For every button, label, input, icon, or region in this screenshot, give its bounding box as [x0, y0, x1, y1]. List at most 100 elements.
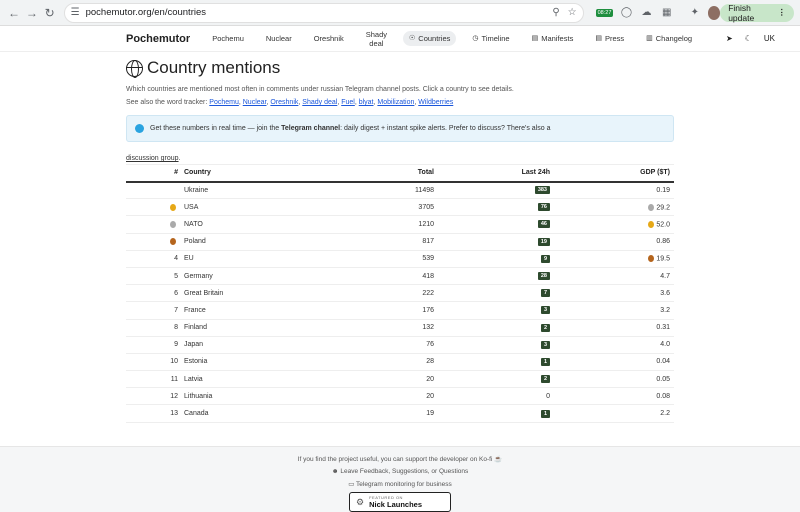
zoom-icon[interactable]: ⚲ — [552, 7, 559, 18]
reload-icon[interactable]: ↻ — [42, 4, 58, 22]
row-last24: 19 — [434, 233, 554, 251]
row-total: 1210 — [294, 215, 434, 234]
row-rank — [126, 198, 184, 217]
footer-feedback[interactable]: ☻ Leave Feedback, Suggestions, or Questi… — [0, 468, 800, 475]
row-country[interactable]: Japan — [184, 336, 294, 354]
nav-changelog[interactable]: ▥ Changelog — [646, 34, 692, 43]
row-country[interactable]: Canada — [184, 404, 294, 423]
row-total: 817 — [294, 233, 434, 251]
row-total: 222 — [294, 284, 434, 303]
see-link-pochemu[interactable]: Pochemu — [209, 99, 239, 106]
telegram-icon[interactable]: ➤ — [726, 34, 733, 43]
row-total: 539 — [294, 250, 434, 268]
table-row[interactable]: Ukraine 11498 383 0.19 — [126, 181, 674, 200]
timer-extension-icon[interactable]: ◯ — [619, 5, 633, 21]
row-country[interactable]: France — [184, 301, 294, 320]
row-rank: 4 — [126, 250, 184, 268]
globe-icon — [126, 59, 143, 78]
row-country[interactable]: Estonia — [184, 353, 294, 372]
row-country[interactable]: Great Britain — [184, 284, 294, 303]
row-country[interactable]: EU — [184, 250, 294, 268]
table-body: Ukraine 11498 383 0.19 USA 3705 76 29.2 NATO 1210… — [126, 181, 674, 423]
row-last24: 46 — [434, 215, 554, 234]
see-link-nuclear[interactable]: Nuclear — [243, 99, 267, 106]
table-row[interactable]: 6 Great Britain 222 7 3.6 — [126, 284, 674, 303]
nav-countries[interactable]: ☉ Countries — [403, 31, 457, 46]
header-last24[interactable]: Last 24h — [434, 164, 554, 183]
see-link-shady-deal[interactable]: Shady deal — [302, 99, 337, 106]
dark-mode-icon[interactable]: ☾ — [745, 34, 752, 43]
footer-business[interactable]: ▭ Telegram monitoring for business — [0, 480, 800, 488]
row-last24: 2 — [434, 319, 554, 337]
cloud-extension-icon[interactable]: ☁ — [640, 5, 654, 21]
table-row[interactable]: NATO 1210 46 52.0 — [126, 215, 674, 234]
row-gdp: 3.6 — [554, 284, 674, 303]
row-country[interactable]: NATO — [184, 215, 294, 234]
table-row[interactable]: 9 Japan 76 3 4.0 — [126, 336, 674, 354]
table-row[interactable]: USA 3705 76 29.2 — [126, 198, 674, 217]
gemini-icon[interactable]: ✦ — [688, 5, 702, 21]
table-row[interactable]: 11 Latvia 20 2 0.05 — [126, 370, 674, 389]
row-country[interactable]: Finland — [184, 319, 294, 337]
see-link-mobilization[interactable]: Mobilization — [377, 99, 414, 106]
gold-medal-icon — [170, 203, 176, 211]
table-row[interactable]: 13 Canada 19 1 2.2 — [126, 404, 674, 423]
nav-nuclear[interactable]: Nuclear — [266, 34, 292, 43]
row-country[interactable]: Latvia — [184, 370, 294, 389]
nav-press[interactable]: ▤ Press — [595, 34, 624, 43]
profile-avatar[interactable] — [707, 5, 721, 20]
nav-pochemu[interactable]: Pochemu — [212, 34, 244, 43]
telegram-notice: Get these numbers in real time — join th… — [126, 115, 674, 142]
header-total[interactable]: Total — [294, 164, 434, 183]
address-bar[interactable]: ☰ pochemutor.org/en/countries ⚲ ☆ — [63, 2, 584, 23]
puzzle-extensions-icon[interactable]: ▦ — [660, 5, 674, 21]
row-total: 76 — [294, 336, 434, 354]
see-link-fuel[interactable]: Fuel — [341, 99, 355, 106]
silver-medal-icon — [648, 203, 655, 211]
table-row[interactable]: Poland 817 19 0.86 — [126, 233, 674, 251]
table-row[interactable]: 8 Finland 132 2 0.31 — [126, 319, 674, 337]
site-info-icon[interactable]: ☰ — [71, 7, 80, 18]
header-gdp[interactable]: GDP ($T) — [554, 164, 674, 183]
row-gdp: 0.08 — [554, 387, 674, 406]
row-country[interactable]: Poland — [184, 233, 294, 251]
header-num[interactable]: # — [126, 164, 184, 183]
nav-manifests[interactable]: ▤ Manifests — [532, 34, 574, 43]
see-link-wildberries[interactable]: Wildberries — [418, 99, 453, 106]
row-country[interactable]: Germany — [184, 267, 294, 286]
nav-timeline[interactable]: ◷ Timeline — [472, 34, 509, 43]
table-row[interactable]: 10 Estonia 28 1 0.04 — [126, 353, 674, 372]
forward-icon[interactable]: → — [24, 4, 40, 22]
header-country[interactable]: Country — [184, 164, 294, 183]
row-country[interactable]: Lithuania — [184, 387, 294, 406]
gdp-value: 4.0 — [660, 341, 670, 349]
site-navbar: Pochemutor Pochemu Nuclear Oreshnik Shad… — [0, 26, 800, 52]
clock-icon: ◷ — [472, 35, 479, 42]
telegram-channel-link[interactable]: Telegram channel — [281, 125, 340, 132]
table-row[interactable]: 4 EU 539 9 19.5 — [126, 250, 674, 268]
bookmark-star-icon[interactable]: ☆ — [568, 7, 577, 18]
back-icon[interactable]: ← — [6, 4, 22, 22]
row-last24: 383 — [434, 181, 554, 200]
nav-oreshnik[interactable]: Oreshnik — [314, 34, 344, 43]
table-row[interactable]: 12 Lithuania 20 0 0.08 — [126, 387, 674, 406]
row-country[interactable]: Ukraine — [184, 181, 294, 200]
nick-launches-badge[interactable]: ⚙ FEATURED ON Nick Launches — [349, 492, 451, 512]
gold-medal-icon — [648, 220, 655, 228]
extension-badge[interactable]: 08:27 — [595, 8, 614, 17]
last24-badge: 3 — [540, 306, 550, 315]
language-switch[interactable]: UK — [764, 34, 775, 43]
footer-support[interactable]: If you find the project useful, you can … — [0, 455, 800, 463]
nav-shady-deal[interactable]: Shady deal — [366, 30, 387, 48]
discussion-group-link[interactable]: discussion group — [126, 155, 179, 162]
row-country[interactable]: USA — [184, 198, 294, 217]
table-row[interactable]: 5 Germany 418 28 4.7 — [126, 267, 674, 286]
finish-update-button[interactable]: Finish update ⋮ — [720, 3, 794, 23]
table-row[interactable]: 7 France 176 3 3.2 — [126, 301, 674, 320]
see-link-blyat[interactable]: blyat — [359, 99, 374, 106]
see-link-oreshnik[interactable]: Oreshnik — [270, 99, 298, 106]
row-gdp: 0.04 — [554, 353, 674, 372]
row-rank: 6 — [126, 284, 184, 303]
site-brand[interactable]: Pochemutor — [126, 33, 190, 45]
nav-press-label: Press — [604, 34, 625, 43]
